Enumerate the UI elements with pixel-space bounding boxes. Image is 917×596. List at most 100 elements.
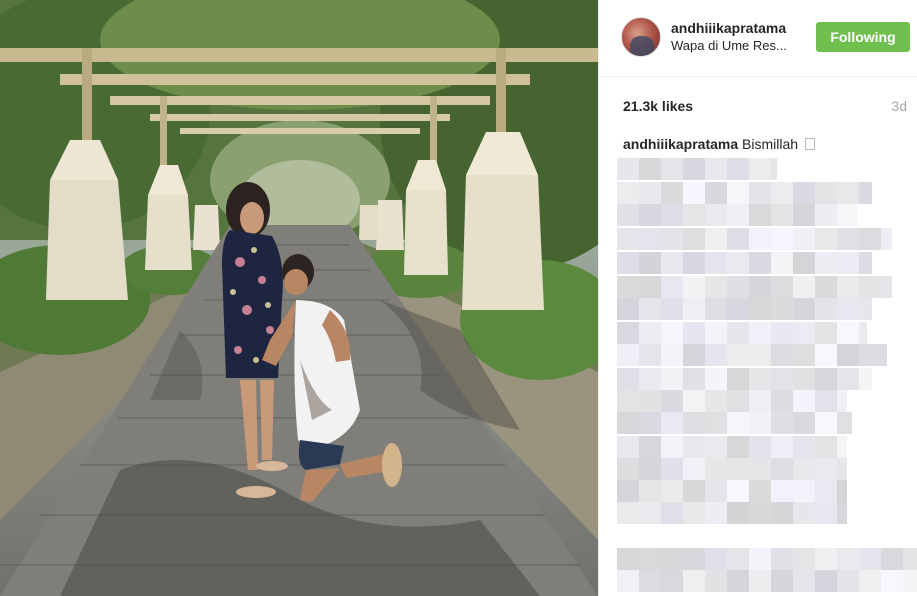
pixel-block — [837, 458, 847, 480]
pixel-block — [727, 322, 749, 344]
pixel-block — [793, 412, 815, 434]
pixel-block — [749, 204, 771, 226]
pixel-block — [859, 228, 881, 250]
pixel-block — [771, 276, 793, 298]
avatar[interactable] — [621, 17, 661, 57]
pixel-block — [727, 228, 749, 250]
pixel-block — [617, 368, 639, 390]
pixel-block — [661, 436, 683, 458]
pixel-block — [661, 344, 683, 366]
post-photo[interactable] — [0, 0, 598, 596]
location-link[interactable]: Wapa di Ume Res... — [671, 38, 787, 53]
pixel-block — [903, 548, 917, 570]
pixel-block — [749, 322, 771, 344]
pixel-block — [771, 252, 793, 274]
pixel-block — [661, 458, 683, 480]
pixel-block — [749, 276, 771, 298]
pixel-block — [749, 298, 771, 320]
pixel-block — [749, 158, 771, 180]
post-timestamp[interactable]: 3d — [891, 98, 907, 114]
pixel-block — [661, 570, 683, 592]
following-button[interactable]: Following — [816, 22, 910, 52]
pixel-block — [661, 276, 683, 298]
pixel-block — [793, 458, 815, 480]
pixel-block — [727, 158, 749, 180]
pixel-block — [727, 458, 749, 480]
pixel-block — [815, 390, 837, 412]
pixel-block — [881, 228, 892, 250]
pixel-block — [771, 322, 793, 344]
pixel-block — [881, 548, 903, 570]
pixel-block — [793, 298, 815, 320]
pixel-block — [617, 436, 639, 458]
pixel-block — [815, 182, 837, 204]
pixel-block — [639, 158, 661, 180]
pixel-block — [661, 158, 683, 180]
pixel-block — [837, 436, 847, 458]
pixel-block — [639, 412, 661, 434]
pixel-block — [749, 502, 771, 524]
pixel-block — [815, 204, 837, 226]
pixel-block — [771, 368, 793, 390]
pixel-block — [771, 298, 793, 320]
pixel-block — [881, 570, 903, 592]
pixel-block — [727, 480, 749, 502]
pixel-block — [859, 570, 881, 592]
pixel-block — [705, 412, 727, 434]
pixel-block — [859, 322, 867, 344]
pixel-block — [705, 368, 727, 390]
pixel-block — [683, 322, 705, 344]
pixel-block — [639, 204, 661, 226]
pixel-block — [661, 368, 683, 390]
pixel-block — [683, 298, 705, 320]
caption-text: Bismillah — [742, 136, 799, 152]
pixel-block — [683, 412, 705, 434]
caption-username-link[interactable]: andhiiikapratama — [623, 136, 738, 152]
pixel-block — [617, 228, 639, 250]
pixel-block — [771, 204, 793, 226]
pixel-block — [705, 502, 727, 524]
pixel-block — [683, 158, 705, 180]
pixel-block — [683, 436, 705, 458]
likes-count[interactable]: 21.3k likes — [623, 98, 693, 114]
pixel-block — [617, 182, 639, 204]
pixel-block — [881, 276, 892, 298]
pixelated-comments — [617, 156, 917, 596]
pixel-block — [793, 322, 815, 344]
pixel-block — [683, 368, 705, 390]
pixel-block — [727, 570, 749, 592]
pixel-block — [815, 344, 837, 366]
pixel-block — [639, 480, 661, 502]
pixel-block — [749, 436, 771, 458]
username-link[interactable]: andhiiikapratama — [671, 20, 786, 36]
post-sidebar: andhiiikapratama Wapa di Ume Res... Foll… — [598, 0, 917, 596]
pixel-block — [837, 548, 859, 570]
pixel-block — [859, 298, 872, 320]
pixel-block — [815, 298, 837, 320]
pixel-block — [617, 276, 639, 298]
pixel-block — [793, 570, 815, 592]
pixel-block — [727, 298, 749, 320]
pixel-block — [727, 344, 749, 366]
pixel-block — [661, 252, 683, 274]
pixel-block — [749, 548, 771, 570]
pixel-block — [617, 298, 639, 320]
pixel-block — [727, 204, 749, 226]
pixel-block — [705, 158, 727, 180]
pixel-block — [815, 436, 837, 458]
pixel-block — [793, 502, 815, 524]
pixel-block — [837, 570, 859, 592]
pixel-block — [815, 412, 837, 434]
photo-scene — [0, 0, 598, 596]
pixel-block — [705, 298, 727, 320]
pixel-block — [617, 480, 639, 502]
pixel-block — [727, 276, 749, 298]
pixel-block — [837, 182, 859, 204]
pixel-block — [727, 502, 749, 524]
pixel-block — [771, 570, 793, 592]
pixel-block — [771, 390, 793, 412]
pixel-block — [749, 182, 771, 204]
pixel-block — [683, 480, 705, 502]
pixel-block — [639, 182, 661, 204]
pixel-block — [617, 502, 639, 524]
